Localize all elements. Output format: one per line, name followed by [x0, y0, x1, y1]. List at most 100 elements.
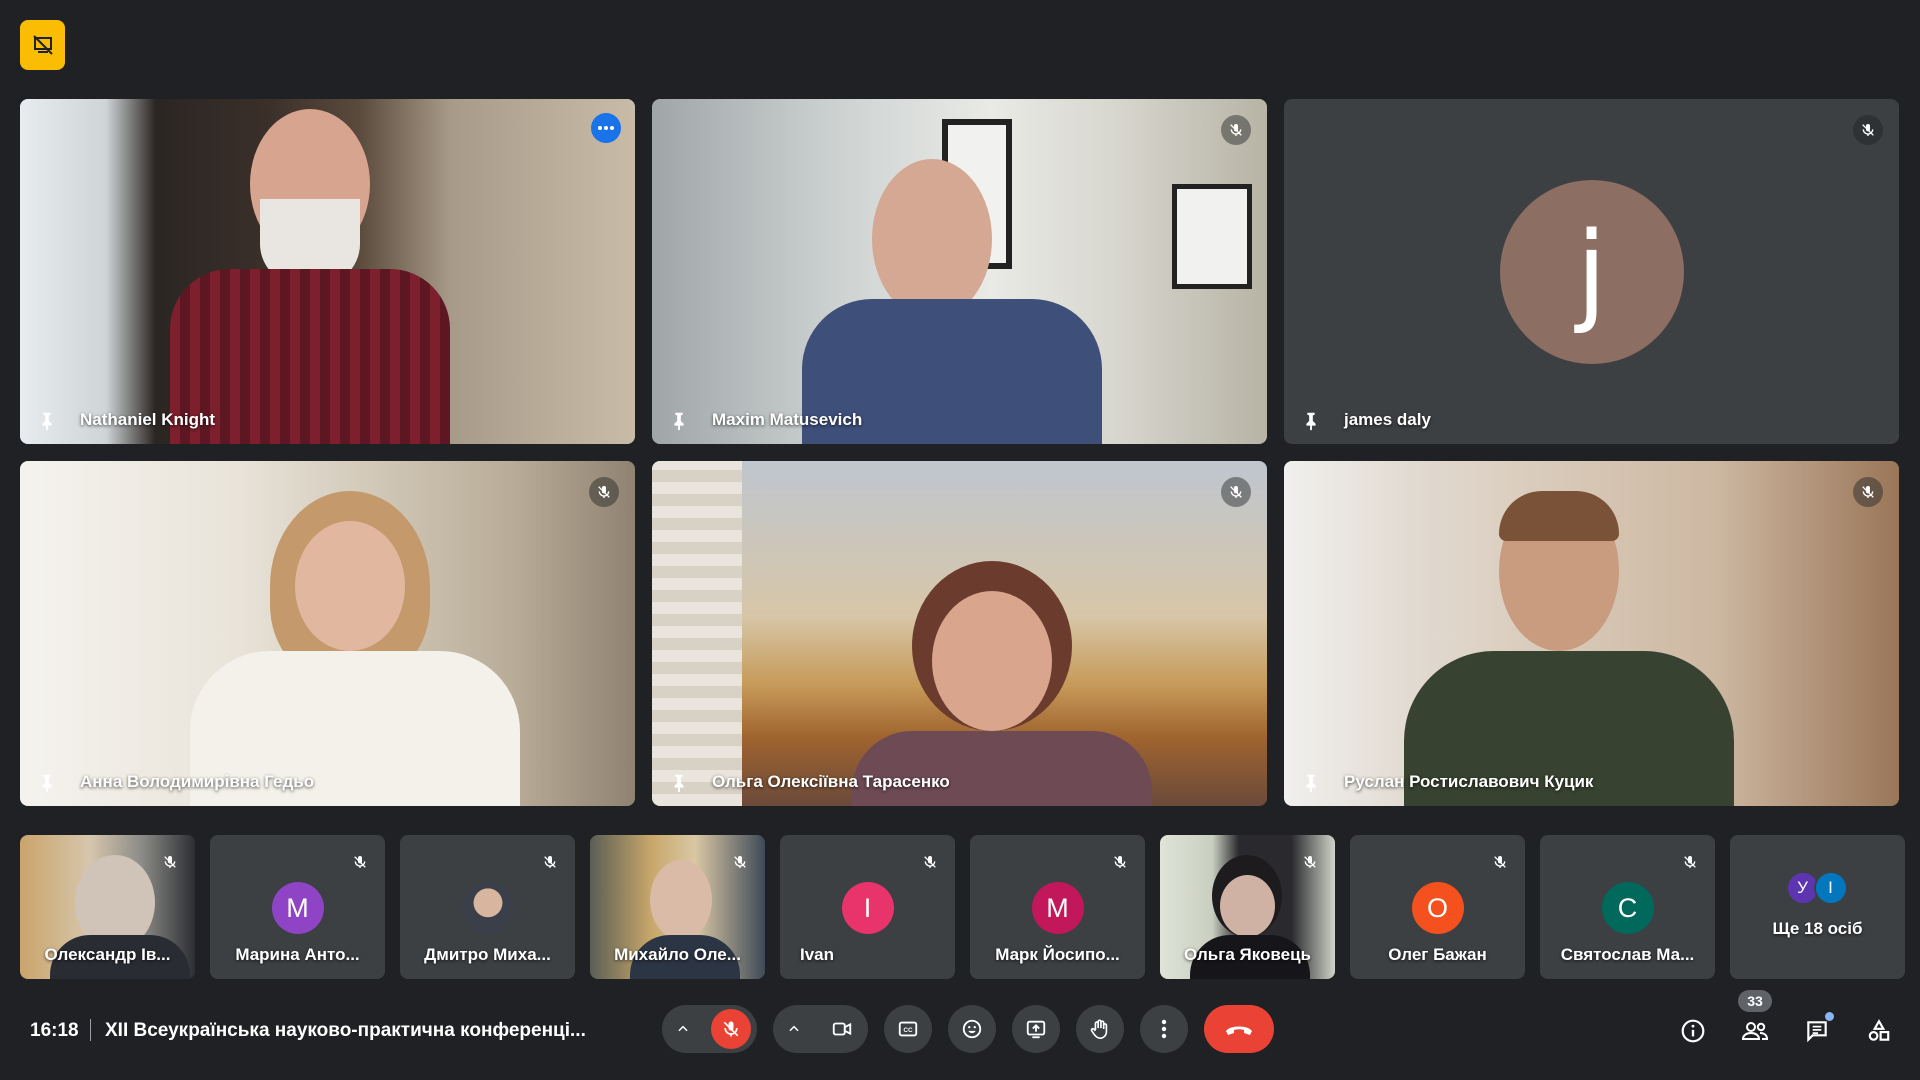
mic-off-icon — [544, 856, 556, 868]
leave-call-button[interactable] — [1204, 1005, 1274, 1053]
pin-icon[interactable] — [1300, 410, 1322, 432]
notification-dot — [1825, 1012, 1834, 1021]
mic-off-indicator — [347, 849, 373, 875]
meeting-title[interactable]: XII Всеукраїнська науково-практична конф… — [105, 1020, 586, 1042]
present-screen-icon — [1026, 1020, 1046, 1039]
participant-tile-nathaniel-knight[interactable]: Nathaniel Knight — [20, 99, 635, 444]
mini-tile[interactable]: I Ivan — [780, 835, 955, 979]
mic-off-indicator — [589, 477, 619, 507]
mic-off-icon — [164, 856, 176, 868]
participant-tile-maxim-matusevich[interactable]: Maxim Matusevich — [652, 99, 1267, 444]
mini-tile[interactable]: M Марк Йосипо... — [970, 835, 1145, 979]
mini-tile[interactable]: M Марина Анто... — [210, 835, 385, 979]
mic-off-indicator — [1853, 115, 1883, 145]
side-panel-controls: 33 — [1672, 990, 1900, 1052]
mic-off-icon — [354, 856, 366, 868]
emoji-icon — [962, 1019, 982, 1039]
hang-up-icon — [1226, 1026, 1252, 1035]
chat-button[interactable] — [1796, 1010, 1838, 1052]
participant-name: Олександр Ів... — [44, 945, 171, 964]
mic-control — [662, 1005, 757, 1053]
camera-toggle-button[interactable] — [822, 1009, 862, 1049]
avatar — [461, 882, 514, 934]
mic-off-indicator — [1677, 849, 1703, 875]
participant-video — [20, 99, 635, 444]
svg-text:CC: CC — [903, 1027, 913, 1034]
mic-off-icon — [1304, 856, 1316, 868]
mini-tile[interactable]: Ольга Яковець — [1160, 835, 1335, 979]
camera-icon — [832, 1022, 852, 1036]
info-icon — [1681, 1019, 1705, 1043]
mini-tile[interactable]: Дмитро Миха... — [400, 835, 575, 979]
meeting-details-button[interactable] — [1672, 1010, 1714, 1052]
presentation-off-icon — [32, 35, 53, 55]
more-participants-tile[interactable]: У І Ще 18 осіб — [1730, 835, 1905, 979]
participant-name: james daly — [1344, 410, 1431, 429]
pin-icon[interactable] — [1300, 772, 1322, 794]
avatar: І — [1813, 871, 1848, 905]
call-controls: CC — [662, 1005, 1274, 1053]
pin-icon[interactable] — [36, 772, 58, 794]
mic-off-indicator — [1107, 849, 1133, 875]
participant-name: Ivan — [800, 945, 835, 964]
avatar: I — [841, 882, 894, 934]
participant-name: Олег Бажан — [1388, 945, 1487, 964]
participant-name: Святослав Ма... — [1560, 945, 1695, 964]
participant-video — [20, 461, 635, 806]
participant-name: Анна Володимирівна Гедьо — [80, 772, 315, 791]
mic-off-indicator — [1487, 849, 1513, 875]
activities-button[interactable] — [1858, 1010, 1900, 1052]
participant-name: Ольга Яковець — [1184, 945, 1311, 964]
mini-tile[interactable]: C Святослав Ма... — [1540, 835, 1715, 979]
avatar: M — [1031, 882, 1084, 934]
present-screen-button[interactable] — [1012, 1005, 1060, 1053]
mic-toggle-button[interactable] — [711, 1009, 751, 1049]
more-options-button[interactable] — [1140, 1005, 1188, 1053]
reactions-button[interactable] — [948, 1005, 996, 1053]
mic-off-icon — [924, 856, 936, 868]
chevron-up-icon[interactable] — [787, 1022, 801, 1036]
raise-hand-button[interactable] — [1076, 1005, 1124, 1053]
mic-off-icon — [734, 856, 746, 868]
video-grid: Nathaniel Knight Maxim Matusevich j jame… — [20, 99, 1900, 806]
participant-name: Дмитро Миха... — [424, 945, 551, 964]
participant-strip: Олександр Ів... M Марина Анто... Дмитро … — [20, 835, 1905, 979]
mini-tile[interactable]: Олександр Ів... — [20, 835, 195, 979]
captions-button[interactable]: CC — [884, 1005, 932, 1053]
more-options-button[interactable] — [591, 113, 621, 143]
people-button[interactable]: 33 — [1734, 990, 1776, 1052]
mic-off-indicator — [1221, 477, 1251, 507]
mini-tile[interactable]: O Олег Бажан — [1350, 835, 1525, 979]
mic-off-icon — [1114, 856, 1126, 868]
participant-tile-ruslan-kutsyk[interactable]: Руслан Ростиславович Куцик — [1284, 461, 1899, 806]
mic-off-icon — [1494, 856, 1506, 868]
pin-icon[interactable] — [36, 410, 58, 432]
participant-name: Ольга Олексіївна Тарасенко — [712, 772, 950, 791]
avatar: C — [1601, 882, 1654, 934]
avatar: O — [1411, 882, 1464, 934]
mic-off-indicator — [1853, 477, 1883, 507]
pin-icon[interactable] — [668, 772, 690, 794]
more-options-icon — [598, 126, 614, 130]
mic-off-icon — [1684, 856, 1696, 868]
participant-tile-olha-tarasenko[interactable]: Ольга Олексіївна Тарасенко — [652, 461, 1267, 806]
presentation-status-badge[interactable] — [20, 20, 65, 70]
mic-off-icon — [1230, 124, 1242, 136]
participant-count-badge: 33 — [1738, 990, 1772, 1012]
participant-name: Михайло Оле... — [614, 945, 741, 964]
participant-tile-james-daly[interactable]: j james daly — [1284, 99, 1899, 444]
participant-name: Марина Анто... — [235, 945, 360, 964]
mic-off-icon — [598, 486, 610, 498]
mic-off-indicator — [157, 849, 183, 875]
pin-icon[interactable] — [668, 410, 690, 432]
participant-name: Maxim Matusevich — [712, 410, 863, 429]
activities-icon — [1868, 1019, 1890, 1041]
mic-off-icon — [1230, 486, 1242, 498]
mic-off-indicator — [1297, 849, 1323, 875]
mic-off-icon — [1862, 486, 1874, 498]
participant-tile-anna-hedio[interactable]: Анна Володимирівна Гедьо — [20, 461, 635, 806]
mic-off-indicator — [1221, 115, 1251, 145]
mini-tile[interactable]: Михайло Оле... — [590, 835, 765, 979]
chevron-up-icon[interactable] — [676, 1022, 690, 1036]
participant-name: Nathaniel Knight — [80, 410, 216, 429]
